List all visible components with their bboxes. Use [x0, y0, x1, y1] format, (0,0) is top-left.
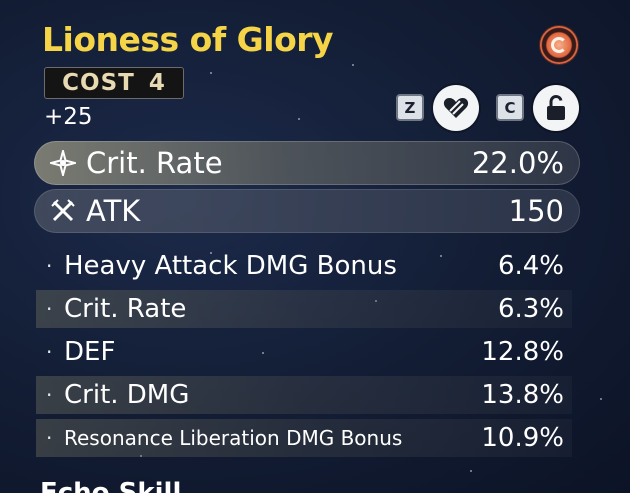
sub-stat-label: Resonance Liberation DMG Bonus — [64, 426, 403, 450]
background-star — [600, 398, 602, 400]
sub-stat-value: 12.8% — [481, 337, 564, 367]
main-stat-row: ATK 150 — [34, 189, 580, 233]
discard-button[interactable] — [433, 85, 479, 131]
sub-stat-row: · Crit. Rate 6.3% — [36, 290, 572, 328]
background-star — [210, 72, 212, 74]
z-keycap: Z — [396, 94, 424, 121]
bullet-icon: · — [46, 426, 53, 450]
echo-level: +25 — [44, 104, 93, 130]
sub-stat-value: 13.8% — [481, 380, 564, 410]
sonata-emblem-icon — [540, 26, 578, 64]
lock-toggle-button[interactable] — [533, 85, 579, 131]
sub-stat-value: 10.9% — [481, 423, 564, 453]
padlock-open-icon — [547, 95, 565, 120]
cost-value: 4 — [148, 70, 166, 96]
cost-badge: COST 4 — [44, 67, 184, 99]
sub-stat-row: · Crit. DMG 13.8% — [36, 376, 572, 414]
main-stat-row: Crit. Rate 22.0% — [34, 141, 580, 185]
sub-stat-label: Crit. DMG — [64, 380, 190, 410]
bullet-icon: · — [46, 383, 53, 407]
background-star — [470, 470, 472, 472]
sub-stat-row: · Heavy Attack DMG Bonus 6.4% — [36, 247, 572, 285]
crossed-swords-icon — [48, 196, 78, 226]
sub-stat-label: Crit. Rate — [64, 294, 187, 324]
main-stat-value: 150 — [508, 194, 564, 228]
sub-stat-row: · DEF 12.8% — [36, 333, 572, 371]
cost-label: COST — [62, 70, 135, 96]
sub-stat-value: 6.3% — [497, 294, 564, 324]
bullet-icon: · — [46, 254, 53, 278]
echo-name: Lioness of Glory — [42, 20, 334, 59]
background-star — [298, 118, 300, 120]
main-stat-label: ATK — [86, 194, 141, 228]
main-stat-label: Crit. Rate — [86, 146, 223, 180]
sub-stat-value: 6.4% — [497, 251, 564, 281]
bullet-icon: · — [46, 340, 53, 364]
background-star — [352, 64, 354, 66]
sub-stat-row: · Resonance Liberation DMG Bonus 10.9% — [36, 419, 572, 457]
sub-stat-label: DEF — [64, 337, 116, 367]
echo-skill-heading: Echo Skill — [40, 480, 181, 493]
c-keycap: C — [496, 94, 524, 121]
bullet-icon: · — [46, 297, 53, 321]
discard-heart-icon — [443, 98, 469, 118]
main-stat-value: 22.0% — [471, 146, 564, 180]
crit-star-icon — [48, 148, 78, 178]
sub-stat-label: Heavy Attack DMG Bonus — [64, 251, 397, 281]
